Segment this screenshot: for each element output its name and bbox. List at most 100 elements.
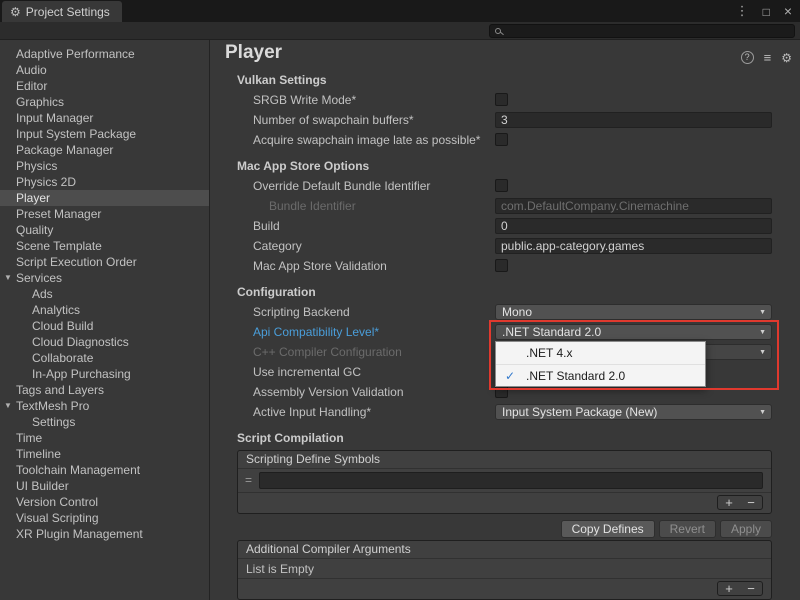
sidebar-item-player[interactable]: Player — [0, 190, 209, 206]
remove-argument-button[interactable]: − — [740, 582, 762, 595]
sidebar-item-adaptive-performance[interactable]: Adaptive Performance — [0, 46, 209, 62]
close-icon[interactable] — [784, 3, 792, 19]
row-label-number-of-swapchain-buffers: Number of swapchain buffers* — [253, 113, 414, 127]
option-label: .NET 4.x — [526, 346, 572, 360]
kebab-menu-icon[interactable] — [736, 3, 749, 19]
checkmark-icon: ✓ — [505, 365, 515, 387]
define-symbol-row — [238, 469, 771, 493]
sidebar-item-physics[interactable]: Physics — [0, 158, 209, 174]
checkbox-srgb-write-mode[interactable] — [495, 93, 508, 106]
row-label-srgb-write-mode: SRGB Write Mode* — [253, 93, 356, 107]
define-symbol-input[interactable] — [259, 472, 763, 489]
settings-row-build: Build0 — [211, 216, 800, 236]
row-label-vulkan-settings: Vulkan Settings — [237, 73, 327, 87]
sidebar-item-script-execution-order[interactable]: Script Execution Order — [0, 254, 209, 270]
context-menu-gear-icon[interactable] — [781, 51, 792, 65]
window-tab-project-settings[interactable]: Project Settings — [2, 1, 122, 22]
sidebar-item-textmesh-pro[interactable]: ▼TextMesh Pro — [0, 398, 209, 414]
chevron-down-icon: ▼ — [759, 328, 766, 338]
settings-row-category: Categorypublic.app-category.games — [211, 236, 800, 256]
sidebar-item-time[interactable]: Time — [0, 430, 209, 446]
sidebar-item-settings[interactable]: Settings — [0, 414, 209, 430]
dropdown-option-net-4-x[interactable]: .NET 4.x — [496, 342, 705, 364]
sidebar-item-in-app-purchasing[interactable]: In-App Purchasing — [0, 366, 209, 382]
field-build[interactable]: 0 — [495, 218, 772, 234]
sidebar-item-cloud-diagnostics[interactable]: Cloud Diagnostics — [0, 334, 209, 350]
remove-define-button[interactable]: − — [740, 496, 762, 509]
chevron-down-icon: ▼ — [759, 408, 766, 418]
sidebar-item-collaborate[interactable]: Collaborate — [0, 350, 209, 366]
chevron-down-icon: ▼ — [759, 308, 766, 318]
settings-row-vulkan-settings: Vulkan Settings — [211, 70, 800, 90]
row-label-bundle-identifier: Bundle Identifier — [269, 199, 356, 213]
sidebar-item-label: Cloud Diagnostics — [32, 335, 129, 349]
dropdown-active-input-handling[interactable]: Input System Package (New) ▼ — [495, 404, 772, 420]
sidebar-item-analytics[interactable]: Analytics — [0, 302, 209, 318]
settings-row-active-input-handling: Active Input Handling*Input System Packa… — [211, 402, 800, 422]
sidebar-item-ui-builder[interactable]: UI Builder — [0, 478, 209, 494]
maximize-icon[interactable] — [763, 4, 770, 19]
sidebar-item-label: Adaptive Performance — [16, 47, 135, 61]
sidebar-item-label: In-App Purchasing — [32, 367, 131, 381]
sidebar-item-editor[interactable]: Editor — [0, 78, 209, 94]
checkbox-override-default-bundle-identifier[interactable] — [495, 179, 508, 192]
sidebar-item-label: Graphics — [16, 95, 64, 109]
field-number-of-swapchain-buffers[interactable]: 3 — [495, 112, 772, 128]
add-argument-button[interactable]: + — [718, 582, 740, 595]
search-input[interactable] — [489, 24, 795, 38]
window-title: Project Settings — [26, 5, 110, 19]
dropdown-scripting-backend[interactable]: Mono ▼ — [495, 304, 772, 320]
player-settings-panel: Player Vulkan Settings SRGB Write Mode* Nu… — [211, 40, 800, 600]
foldout-icon[interactable]: ▼ — [4, 270, 12, 286]
sidebar-item-toolchain-management[interactable]: Toolchain Management — [0, 462, 209, 478]
sidebar-item-graphics[interactable]: Graphics — [0, 94, 209, 110]
add-define-button[interactable]: + — [718, 496, 740, 509]
sidebar-item-visual-scripting[interactable]: Visual Scripting — [0, 510, 209, 526]
panel-header: Player — [211, 40, 800, 70]
sidebar-item-xr-plugin-management[interactable]: XR Plugin Management — [0, 526, 209, 542]
drag-handle-icon[interactable] — [245, 473, 252, 487]
sidebar-item-preset-manager[interactable]: Preset Manager — [0, 206, 209, 222]
field-category[interactable]: public.app-category.games — [495, 238, 772, 254]
sidebar-item-input-system-package[interactable]: Input System Package — [0, 126, 209, 142]
sidebar-item-services[interactable]: ▼Services — [0, 270, 209, 286]
api-compatibility-dropdown-menu: .NET 4.x ✓.NET Standard 2.0 — [495, 341, 706, 387]
sidebar-item-cloud-build[interactable]: Cloud Build — [0, 318, 209, 334]
dropdown-api-compatibility-level[interactable]: .NET Standard 2.0▼ — [495, 324, 772, 340]
dropdown-value: Input System Package (New) — [502, 405, 657, 419]
foldout-icon[interactable]: ▼ — [4, 398, 12, 414]
sidebar-item-package-manager[interactable]: Package Manager — [0, 142, 209, 158]
sidebar-item-label: Audio — [16, 63, 47, 77]
sidebar-item-label: Player — [16, 191, 50, 205]
presets-icon[interactable] — [764, 50, 772, 65]
help-icon[interactable] — [741, 51, 754, 64]
dropdown-value: Mono — [502, 305, 532, 319]
sidebar-item-scene-template[interactable]: Scene Template — [0, 238, 209, 254]
sidebar-item-ads[interactable]: Ads — [0, 286, 209, 302]
scripting-define-symbols-box: Scripting Define Symbols + − — [237, 450, 772, 514]
apply-button[interactable]: Apply — [720, 520, 772, 538]
revert-button[interactable]: Revert — [659, 520, 716, 538]
sidebar-item-input-manager[interactable]: Input Manager — [0, 110, 209, 126]
sidebar-item-quality[interactable]: Quality — [0, 222, 209, 238]
sidebar-item-audio[interactable]: Audio — [0, 62, 209, 78]
sidebar-item-physics-2d[interactable]: Physics 2D — [0, 174, 209, 190]
sidebar-item-label: Timeline — [16, 447, 61, 461]
additional-compiler-arguments-box: Additional Compiler Arguments List is Em… — [237, 540, 772, 600]
row-label-api-compatibility-level: Api Compatibility Level* — [253, 325, 379, 339]
settings-row-number-of-swapchain-buffers: Number of swapchain buffers* 3 — [211, 110, 800, 130]
checkbox-acquire-swapchain-image-late-as-possible[interactable] — [495, 133, 508, 146]
checkbox-mac-app-store-validation[interactable] — [495, 259, 508, 272]
sidebar-item-label: Toolchain Management — [16, 463, 140, 477]
row-label-override-default-bundle-identifier: Override Default Bundle Identifier — [253, 179, 430, 193]
sidebar-item-timeline[interactable]: Timeline — [0, 446, 209, 462]
sidebar-item-tags-and-layers[interactable]: Tags and Layers — [0, 382, 209, 398]
sidebar-item-version-control[interactable]: Version Control — [0, 494, 209, 510]
settings-row-acquire-swapchain-image-late-as-possible: Acquire swapchain image late as possible… — [211, 130, 800, 150]
settings-row-scripting-backend: Scripting BackendMono▼ — [211, 302, 800, 322]
copy-defines-button[interactable]: Copy Defines — [561, 520, 655, 538]
settings-row-api-compatibility-level: Api Compatibility Level* .NET Standard 2.… — [211, 322, 800, 342]
dropdown-option-net-standard-2-0[interactable]: ✓.NET Standard 2.0 — [496, 364, 705, 386]
field-bundle-identifier[interactable]: com.DefaultCompany.Cinemachine — [495, 198, 772, 214]
sidebar-item-label: Quality — [16, 223, 53, 237]
